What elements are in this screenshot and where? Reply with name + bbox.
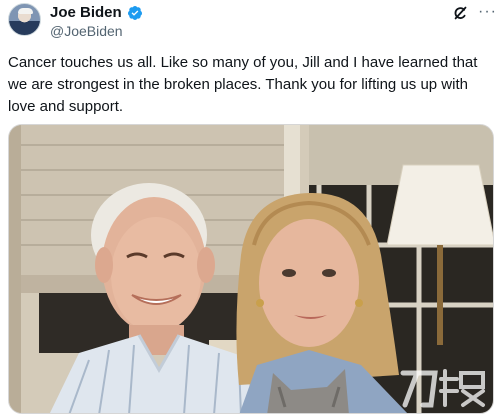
tweet-text: Cancer touches us all. Like so many of y… xyxy=(8,54,478,115)
avatar[interactable] xyxy=(8,3,41,36)
tweet-header: Joe Biden @JoeBiden ··· xyxy=(0,0,500,48)
author-display-name[interactable]: Joe Biden xyxy=(50,4,122,22)
tweet-photo[interactable] xyxy=(8,124,494,414)
watermark-logo-icon xyxy=(400,369,485,408)
grok-icon[interactable] xyxy=(452,4,470,22)
more-options-icon[interactable]: ··· xyxy=(478,3,497,21)
verified-badge-icon[interactable] xyxy=(127,5,143,21)
author-handle[interactable]: @JoeBiden xyxy=(50,23,123,40)
author-name-row: Joe Biden xyxy=(50,4,143,22)
